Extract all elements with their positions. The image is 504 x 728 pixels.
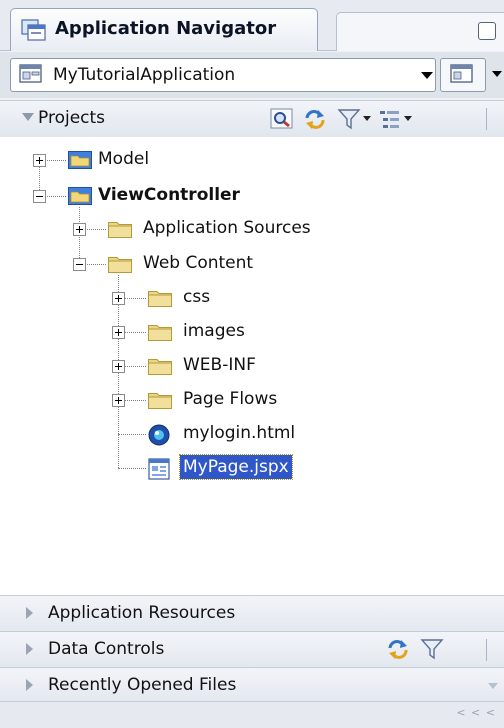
section-application-resources[interactable]: Application Resources (0, 595, 504, 632)
jspx-file-icon (148, 458, 170, 480)
tree-node-page-flows[interactable]: Page Flows (183, 389, 277, 409)
project-tree: Model ViewController Application Sources… (0, 137, 504, 595)
section-data-controls[interactable]: Data Controls (0, 631, 504, 668)
tree-node-web-content[interactable]: Web Content (143, 253, 253, 273)
sync-icon[interactable] (386, 638, 410, 660)
collapse-triangle-icon[interactable] (22, 113, 34, 121)
toolbar-separator (486, 639, 487, 661)
tree-node-model[interactable]: Model (98, 149, 149, 169)
restore-icon[interactable] (478, 22, 496, 40)
section-recently-opened-label: Recently Opened Files (48, 675, 237, 695)
expand-application-sources-toggle[interactable] (73, 223, 86, 236)
tab-application-navigator[interactable]: Application Navigator (10, 8, 318, 51)
projects-panel-header[interactable]: Projects (0, 100, 504, 138)
tree-node-application-sources[interactable]: Application Sources (143, 218, 311, 238)
expand-web-inf-toggle[interactable] (112, 360, 125, 373)
section-recently-opened-files[interactable]: Recently Opened Files (0, 667, 504, 704)
expand-triangle-icon[interactable] (26, 643, 33, 655)
chevron-down-icon (421, 72, 433, 79)
application-icon (19, 64, 42, 83)
expand-images-toggle[interactable] (112, 326, 125, 339)
expand-model-toggle[interactable] (33, 154, 46, 167)
projects-header-label: Projects (38, 108, 106, 128)
application-dropdown[interactable]: MyTutorialApplication (10, 58, 436, 92)
chevron-down-icon[interactable] (488, 683, 498, 689)
sync-icon[interactable] (303, 108, 327, 130)
tree-node-mypage-selected[interactable]: MyPage.jspx (179, 454, 293, 480)
folder-icon (108, 257, 132, 273)
chevron-down-icon[interactable] (492, 71, 502, 77)
folder-icon (108, 222, 132, 238)
folder-icon (148, 393, 172, 409)
filter-icon[interactable] (420, 638, 444, 660)
expand-css-toggle[interactable] (112, 292, 125, 305)
tree-connector (124, 366, 146, 367)
status-strip: < < < (0, 701, 504, 728)
options-dropdown-arrow-icon[interactable] (404, 116, 412, 121)
tree-node-mylogin[interactable]: mylogin.html (183, 423, 295, 443)
tree-connector (84, 264, 106, 265)
tree-node-viewcontroller[interactable]: ViewController (98, 185, 240, 205)
tree-connector (124, 298, 146, 299)
tree-connector (118, 468, 146, 469)
project-folder-icon (68, 151, 92, 169)
search-icon[interactable] (270, 108, 294, 130)
tree-node-css[interactable]: css (183, 287, 210, 307)
tree-connector (118, 434, 146, 435)
filter-dropdown-arrow-icon[interactable] (363, 116, 371, 121)
collapse-viewcontroller-toggle[interactable] (33, 190, 46, 203)
tree-connector (44, 196, 66, 197)
navigator-icon (21, 19, 46, 41)
tree-connector (124, 400, 146, 401)
folder-icon (148, 291, 172, 307)
options-icon[interactable] (378, 108, 402, 130)
application-selector-row: MyTutorialApplication (0, 52, 504, 98)
section-data-controls-label: Data Controls (48, 639, 165, 659)
toolbar-separator (486, 108, 487, 130)
project-folder-icon (68, 187, 92, 205)
collapse-web-content-toggle[interactable] (73, 258, 86, 271)
filter-icon[interactable] (337, 108, 361, 130)
expand-page-flows-toggle[interactable] (112, 394, 125, 407)
tree-connector (44, 160, 66, 161)
tree-node-images[interactable]: images (183, 321, 245, 341)
tree-connector (84, 229, 106, 230)
application-dropdown-value: MyTutorialApplication (53, 65, 236, 85)
tab-title: Application Navigator (55, 18, 277, 39)
expand-triangle-icon[interactable] (26, 607, 33, 619)
folder-icon (148, 359, 172, 375)
expand-triangle-icon[interactable] (26, 679, 33, 691)
html-file-icon (148, 424, 170, 446)
tab-strip: Application Navigator (0, 0, 504, 51)
section-application-resources-label: Application Resources (48, 603, 236, 623)
folder-icon (148, 325, 172, 341)
application-menu-icon (450, 64, 473, 83)
application-menu-button[interactable] (440, 58, 486, 92)
tree-node-web-inf[interactable]: WEB-INF (183, 355, 256, 375)
scroll-hint[interactable]: < < < (456, 706, 496, 719)
tree-connector (124, 332, 146, 333)
